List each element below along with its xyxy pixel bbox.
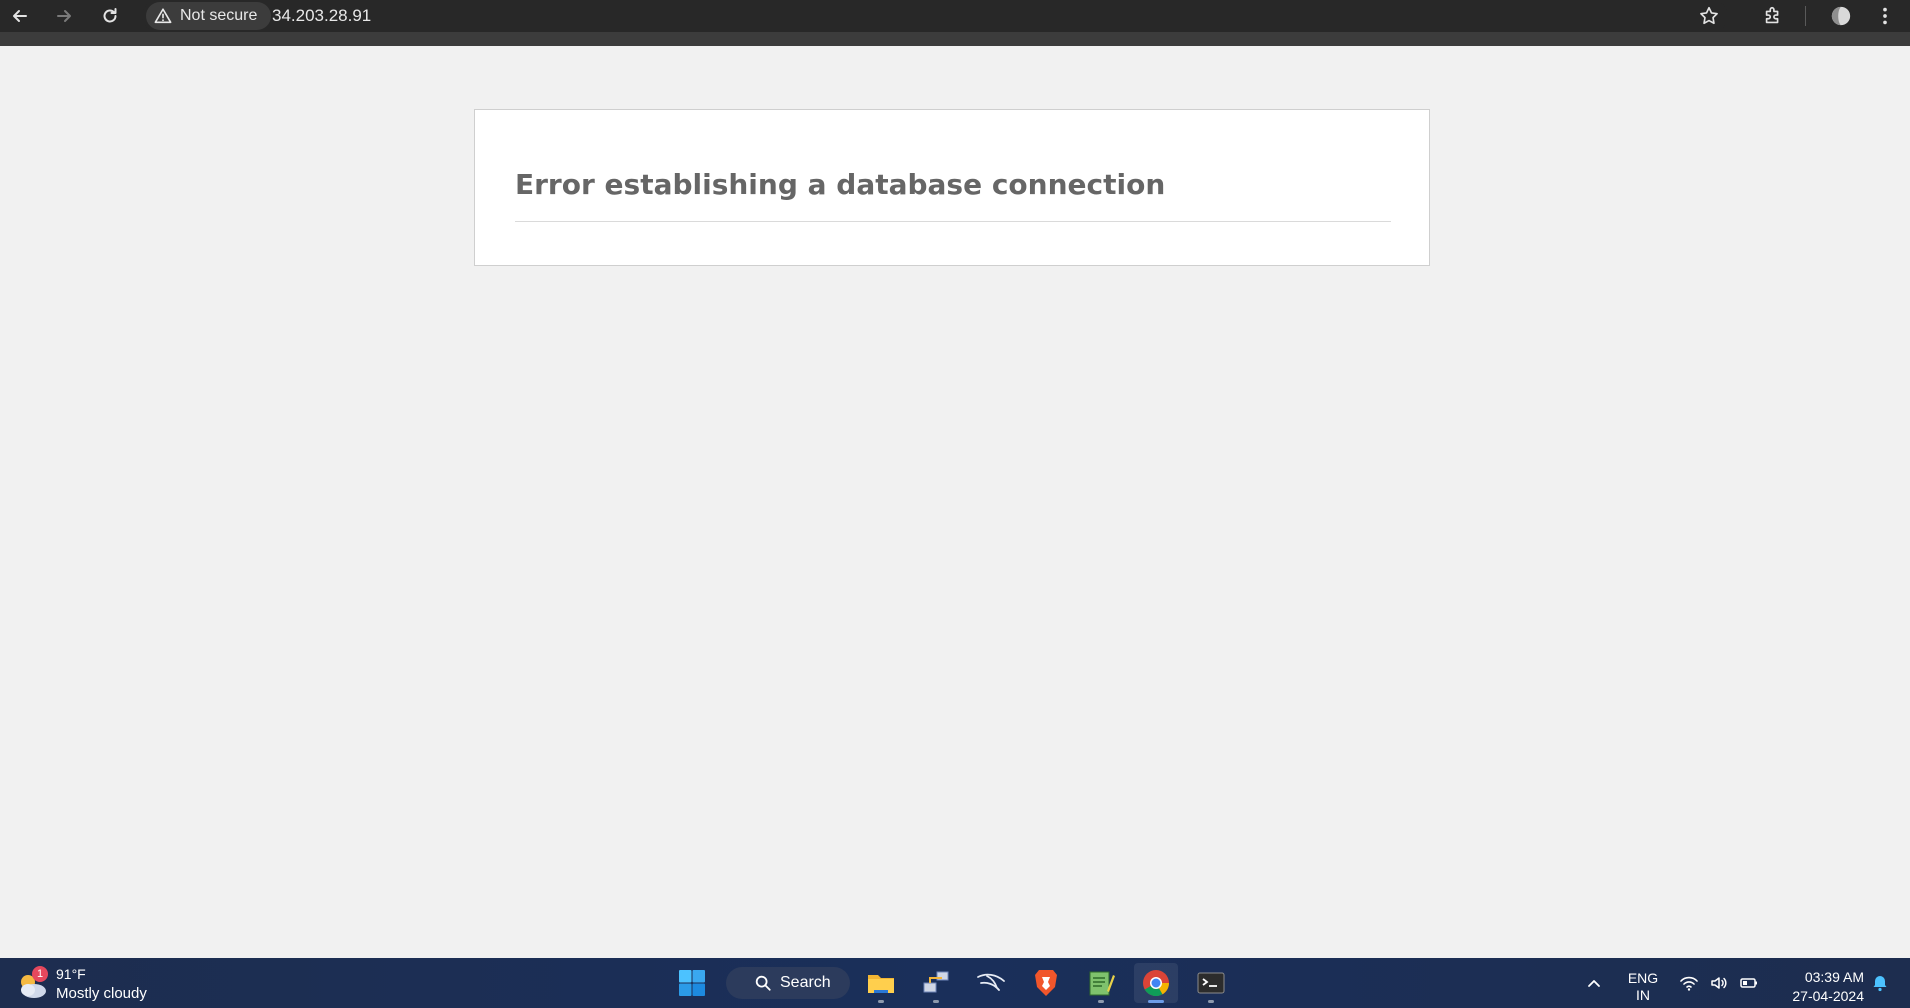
clock-date: 27-04-2024 xyxy=(1792,988,1864,1004)
profile-icon xyxy=(1831,6,1851,26)
chevron-up-icon xyxy=(1588,980,1600,987)
wifi-status[interactable] xyxy=(1676,958,1702,1008)
active-app-indicator xyxy=(1148,1000,1164,1003)
brave-browser-icon xyxy=(1035,970,1057,996)
running-indicator xyxy=(878,1000,884,1003)
taskbar-network-app[interactable] xyxy=(914,963,958,1003)
file-explorer-icon xyxy=(868,975,894,993)
running-indicator xyxy=(933,1000,939,1003)
clock-time: 03:39 AM xyxy=(1804,969,1864,985)
wifi-icon xyxy=(1680,976,1698,991)
windows-start-icon xyxy=(679,970,705,996)
language-code: ENG xyxy=(1627,970,1659,986)
taskbar-file-explorer[interactable] xyxy=(859,963,903,1003)
menu-kebab-icon xyxy=(1883,7,1887,25)
error-panel: Error establishing a database connection xyxy=(474,109,1430,266)
site-security-chip[interactable]: Not secure xyxy=(146,2,272,30)
bookmark-star-button[interactable] xyxy=(1691,0,1727,32)
extensions-icon xyxy=(1765,6,1779,24)
browser-menu-button[interactable] xyxy=(1867,0,1903,32)
windows-taskbar: 1 91°F Mostly cloudy Search ENG IN 03:39… xyxy=(0,958,1910,1008)
toolbar-divider xyxy=(1805,6,1806,26)
taskbar-notepad-app[interactable] xyxy=(1079,963,1123,1003)
taskbar-search[interactable]: Search xyxy=(726,967,850,999)
running-indicator xyxy=(1208,1000,1214,1003)
taskbar-chrome[interactable] xyxy=(1134,963,1178,1003)
show-hidden-icons-button[interactable] xyxy=(1582,958,1606,1008)
taskbar-terminal[interactable] xyxy=(1189,963,1233,1003)
forward-arrow-icon xyxy=(57,10,71,22)
kali-icon xyxy=(977,973,1005,991)
start-button[interactable] xyxy=(670,963,714,1003)
extensions-button[interactable] xyxy=(1755,0,1791,32)
clock[interactable]: 03:39 AM 27-04-2024 xyxy=(1770,968,1864,1006)
battery-icon xyxy=(1740,978,1757,988)
weather-cloud-icon: 1 xyxy=(14,966,50,1002)
bell-icon xyxy=(1873,976,1887,992)
url-text[interactable]: 34.203.28.91 xyxy=(272,0,371,32)
reload-button[interactable] xyxy=(94,0,126,32)
taskbar-brave-browser[interactable] xyxy=(1024,963,1068,1003)
weather-condition: Mostly cloudy xyxy=(56,985,147,1002)
taskbar-kali-app[interactable] xyxy=(969,963,1013,1003)
weather-temperature: 91°F xyxy=(56,966,86,982)
weather-widget[interactable]: 1 91°F Mostly cloudy xyxy=(14,964,147,1004)
weather-text: 91°F Mostly cloudy xyxy=(56,964,147,1004)
notifications-button[interactable] xyxy=(1868,958,1892,1008)
reload-icon xyxy=(103,8,117,23)
profile-button[interactable] xyxy=(1823,0,1859,32)
input-language-indicator[interactable]: ENG IN xyxy=(1620,970,1666,1004)
running-indicator xyxy=(1098,1000,1104,1003)
weather-notification-badge: 1 xyxy=(32,966,48,982)
error-heading: Error establishing a database connection xyxy=(515,168,1166,201)
speaker-icon xyxy=(1711,977,1727,989)
network-app-icon xyxy=(923,971,949,993)
search-label: Search xyxy=(780,974,831,991)
terminal-icon xyxy=(1197,972,1225,994)
language-region: IN xyxy=(1636,987,1650,1003)
battery-status[interactable] xyxy=(1736,958,1762,1008)
search-icon xyxy=(755,975,771,991)
back-arrow-icon xyxy=(13,10,27,22)
heading-divider xyxy=(515,221,1391,222)
browser-toolbar: Not secure 34.203.28.91 xyxy=(0,0,1910,46)
notepad-icon xyxy=(1089,971,1115,996)
star-icon xyxy=(1700,6,1718,25)
chrome-icon xyxy=(1143,970,1170,997)
back-button[interactable] xyxy=(4,0,36,32)
warning-icon xyxy=(154,8,172,24)
browser-toolbar-row: Not secure 34.203.28.91 xyxy=(0,0,1910,32)
security-label: Not secure xyxy=(180,7,258,24)
volume-status[interactable] xyxy=(1706,958,1732,1008)
address-bar[interactable]: Not secure 34.203.28.91 xyxy=(142,0,1728,32)
forward-button[interactable] xyxy=(48,0,80,32)
